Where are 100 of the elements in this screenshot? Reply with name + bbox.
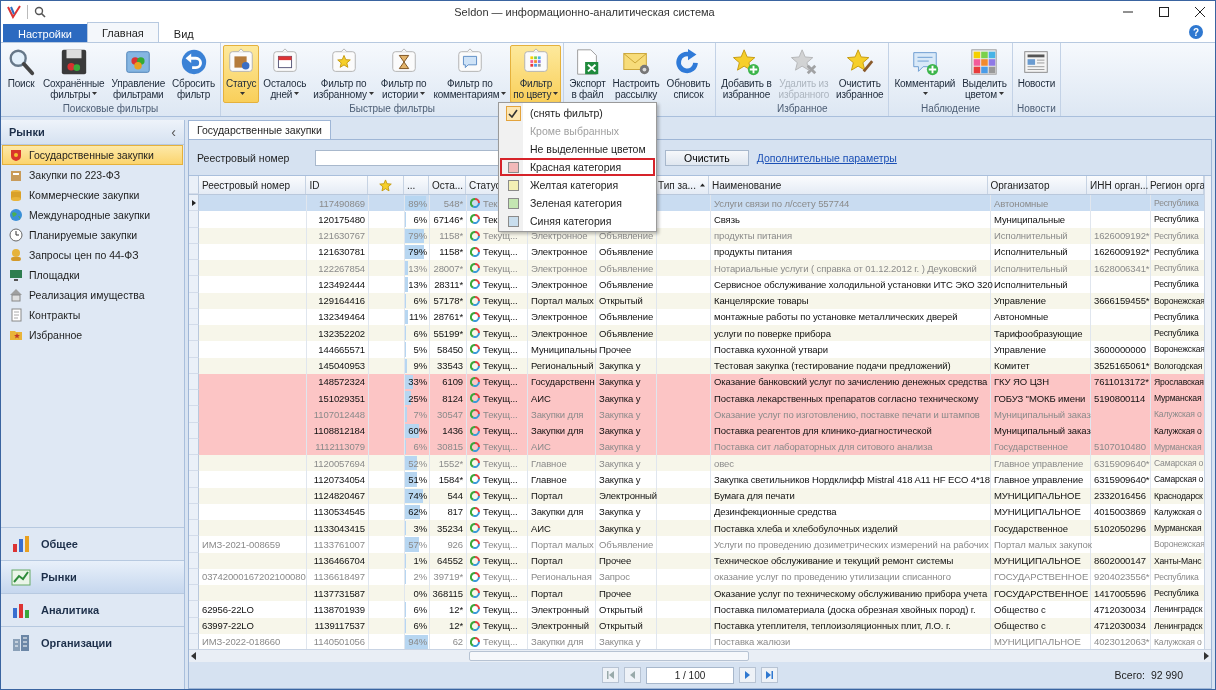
scrollbar-thumb[interactable] xyxy=(469,651,749,661)
nav-item[interactable]: Организации xyxy=(1,626,184,659)
table-cell: 144665571 xyxy=(307,341,369,358)
total-count: Всего: 92 990 xyxy=(1114,669,1183,681)
table-cell: Текущ... xyxy=(483,343,518,355)
sidebar-item[interactable]: Планируемые закупки xyxy=(2,225,183,245)
table-cell: Текущ... xyxy=(483,246,518,258)
table-cell: 6315909640* xyxy=(1091,471,1151,488)
first-page-button[interactable] xyxy=(602,667,619,683)
column-header[interactable]: Наименование xyxy=(712,179,782,191)
table-cell: Главное xyxy=(528,455,596,472)
ribbon-button[interactable]: Сохранённые фильтры xyxy=(40,45,108,103)
ribbon-button[interactable]: Поиск xyxy=(3,45,39,103)
ribbon-button[interactable]: Новости xyxy=(1014,45,1059,103)
nav-item[interactable]: Рынки xyxy=(1,560,184,593)
menu-item[interactable]: (снять фильтр) xyxy=(500,104,655,122)
sidebar-item[interactable]: Площадки xyxy=(2,265,183,285)
vertical-scrollbar[interactable] xyxy=(1204,176,1211,649)
table-row[interactable]: 132352202 6% 55199* Текущ... Электронное Объявление услуги по поверке прибора Тарифообразующие Республика xyxy=(189,325,1204,342)
column-header[interactable]: ... xyxy=(407,179,416,191)
menu-item[interactable]: Красная категория xyxy=(500,158,655,176)
ribbon-button[interactable]: Обновить список xyxy=(663,45,714,103)
menu-item[interactable]: Не выделенные цветом xyxy=(500,140,655,158)
sidebar-item[interactable]: Контракты xyxy=(2,305,183,325)
table-cell: Закупка светильников Нордклифф Mistral 418 A11 HF ECO 4*18 xyxy=(711,471,991,488)
ribbon-button[interactable]: Выделить цветом xyxy=(959,45,1010,103)
sidebar-item[interactable]: Международные закупки xyxy=(2,205,183,225)
ribbon-tab[interactable]: Главная xyxy=(86,22,159,42)
table-cell: ИМЗ-2021-008659 xyxy=(199,536,307,553)
sidebar-item[interactable]: Государственные закупки xyxy=(2,145,183,165)
advanced-params-link[interactable]: Дополнительные параметры xyxy=(756,151,897,164)
ribbon-button[interactable]: Фильтр по избранному xyxy=(310,45,377,103)
ribbon-button[interactable]: Настроить рассылку xyxy=(609,45,663,103)
ribbon-button[interactable]: Фильтр по комментариям xyxy=(430,45,510,103)
ribbon-button[interactable]: Сбросить фильтр xyxy=(169,45,218,103)
ring-icon xyxy=(470,555,480,566)
close-icon[interactable] xyxy=(1195,6,1205,17)
scroll-left-icon[interactable] xyxy=(189,652,199,660)
table-row[interactable]: 145040953 9% 33543 Текущ... Региональный Закупка у Тестовая закупка (тестирование подачи предложений) Комитет 3525165061* Вологодская xyxy=(189,357,1204,374)
ribbon-button[interactable]: Добавить в избранное xyxy=(718,45,775,103)
column-header[interactable]: Тип за... xyxy=(658,179,696,191)
menu-item[interactable]: Синяя категория xyxy=(500,212,655,230)
table-row[interactable]: 1137731587 0% 368115 Текущ... Портал Прочее Оказание услуг по техническому обслуживанию прибора учета ГОСУДАРСТВЕННОЕ 1417005596 Республика xyxy=(189,585,1204,602)
table-cell: 4712030034 xyxy=(1091,601,1151,618)
document-tab[interactable]: Государственные закупки xyxy=(188,120,331,139)
row-indicator[interactable] xyxy=(189,195,199,212)
column-header[interactable]: Организатор xyxy=(990,179,1050,191)
search-icon[interactable] xyxy=(34,5,46,18)
table-cell: 12* xyxy=(430,601,467,618)
checkbox[interactable] xyxy=(505,105,521,121)
page-field[interactable]: 1 / 100 xyxy=(646,666,734,684)
table-cell: Муниципальный заказ xyxy=(991,422,1091,439)
collapse-button[interactable]: ‹ xyxy=(171,124,176,140)
column-header[interactable]: ID xyxy=(309,179,320,191)
table-row[interactable]: 129164416 6% 57178* Текущ... Портал малых Открытый Канцелярские товары Управление 3666159455* Воронежская xyxy=(189,292,1204,309)
clear-button[interactable]: Очистить xyxy=(665,149,749,166)
ribbon-button[interactable]: Статус xyxy=(222,45,260,103)
horizontal-scrollbar[interactable] xyxy=(189,649,1211,662)
folder-icon xyxy=(9,328,23,342)
ribbon-button[interactable]: Управление фильтрами xyxy=(108,45,169,103)
table-row[interactable]: 151029351 25% 8124 Текущ... АИС Закупка у Поставка лекарственных препаратов согласно техническому ГОБУЗ "МОКБ имени 5190800114 Мурманская xyxy=(189,390,1204,407)
sidebar-item[interactable]: Закупки по 223-ФЗ xyxy=(2,165,183,185)
table-cell: Услуги по проведению дозиметрических измерений на рабочих xyxy=(711,536,991,553)
maximize-icon[interactable] xyxy=(1159,6,1169,17)
sort-arrow-icon[interactable] xyxy=(699,183,705,187)
ribbon-tab[interactable]: Вид xyxy=(158,24,209,42)
table-row[interactable]: 1133043415 3% 35234 Текущ... АИС Закупка у Поставка хлеба и хлебобулочных изделий Государственное 5102050296 Мурманская xyxy=(189,520,1204,537)
ribbon-button[interactable]: Осталось дней xyxy=(260,45,310,103)
ring-icon xyxy=(470,506,480,517)
table-cell: Тестовая закупка (тестирование подачи предложений) xyxy=(711,357,991,374)
ribbon-button[interactable]: Очистить избранное xyxy=(833,45,887,103)
sidebar-item[interactable]: Реализация имущества xyxy=(2,285,183,305)
last-page-button[interactable] xyxy=(761,667,778,683)
column-header[interactable]: Реестровый номер xyxy=(202,179,290,191)
scroll-right-icon[interactable] xyxy=(1201,652,1211,660)
ribbon-button[interactable]: Фильтр по истории xyxy=(377,45,430,103)
ribbon-button[interactable]: Комментарий xyxy=(891,45,959,103)
next-page-button[interactable] xyxy=(739,667,756,683)
ribbon-tab[interactable]: Настройки xyxy=(3,24,87,42)
sidebar-item[interactable]: Коммерческие закупки xyxy=(2,185,183,205)
table-cell: 13% xyxy=(408,262,427,274)
help-icon[interactable]: ? xyxy=(1189,25,1203,39)
column-header[interactable]: ИНН орган... xyxy=(1090,179,1149,191)
table-row[interactable]: 1124820467 74% 544 Текущ... Портал Электронный Бумага для печати МУНИЦИПАЛЬНОЕ 2332016456 Краснодарск xyxy=(189,487,1204,504)
ribbon-button[interactable]: Экспорт в файл xyxy=(566,45,609,103)
table-cell: Управление xyxy=(991,341,1091,358)
column-header[interactable]: Оста... xyxy=(431,179,464,191)
menu-item[interactable]: Зеленая категория xyxy=(500,194,655,212)
nav-item[interactable]: Аналитика xyxy=(1,593,184,626)
table-cell: Объявление xyxy=(596,276,657,293)
table-row[interactable]: 1136466704 1% 64552 Текущ... Портал Прочее Техническое обслуживание и текущий ремонт системы МУНИЦИПАЛЬНОЕ 8602000147 Ханты-Манс xyxy=(189,552,1204,569)
table-row[interactable]: 63997-22LO 1139117537 6% 12* Текущ... Электронный Открытый Поставка утеплителя, теплоизоляционных плит, Л.О. г. Общество с 4712030034 Ленинградск xyxy=(189,617,1204,634)
ribbon-button[interactable]: Фильтр по цвету xyxy=(510,45,562,103)
ring-icon xyxy=(470,409,480,420)
sidebar-item[interactable]: Запросы цен по 44-ФЗ xyxy=(2,245,183,265)
previous-page-button[interactable] xyxy=(624,667,641,683)
table-cell: 6315909640* xyxy=(1091,455,1151,472)
group-label: Избранное xyxy=(777,103,828,115)
sidebar-item[interactable]: Избранное xyxy=(2,325,183,345)
menu-item[interactable]: Желтая категория xyxy=(500,176,655,194)
